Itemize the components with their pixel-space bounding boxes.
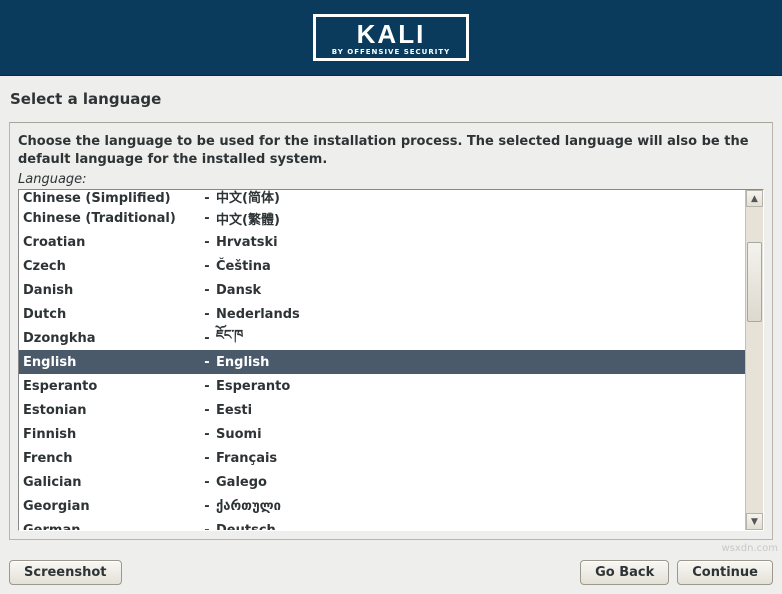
language-name: Esperanto [23,379,198,394]
language-row[interactable]: German-Deutsch [19,518,745,530]
dash-separator: - [198,403,216,418]
language-row[interactable]: English-English [19,350,745,374]
dash-separator: - [198,211,216,226]
language-name: English [23,355,198,370]
language-row[interactable]: French-Français [19,446,745,470]
language-native: Suomi [216,427,745,442]
language-native: Esperanto [216,379,745,394]
language-name: Dutch [23,307,198,322]
language-native: Deutsch [216,523,745,530]
language-name: Georgian [23,499,198,514]
language-name: Galician [23,475,198,490]
language-row[interactable]: Croatian-Hrvatski [19,230,745,254]
dash-separator: - [198,355,216,370]
language-native: ქართული [216,499,745,514]
dash-separator: - [198,451,216,466]
language-native: Hrvatski [216,235,745,250]
language-name: Croatian [23,235,198,250]
language-native: Eesti [216,403,745,418]
language-row[interactable]: Danish-Dansk [19,278,745,302]
language-list[interactable]: Chinese (Simplified)-中文(简体)Chinese (Trad… [18,189,764,531]
language-native: ཇོང་ཁ [216,320,745,357]
dash-separator: - [198,283,216,298]
language-name: Estonian [23,403,198,418]
kali-logo: KALI BY OFFENSIVE SECURITY [313,14,469,61]
dash-separator: - [198,475,216,490]
language-name: Chinese (Simplified) [23,191,198,206]
scroll-up-button[interactable]: ▲ [746,190,763,207]
main-panel: Choose the language to be used for the i… [9,122,773,540]
scroll-down-button[interactable]: ▼ [746,513,763,530]
language-native: Français [216,451,745,466]
language-name: French [23,451,198,466]
language-native: English [216,355,745,370]
instructions-text: Choose the language to be used for the i… [18,133,764,168]
language-name: Finnish [23,427,198,442]
language-row[interactable]: Finnish-Suomi [19,422,745,446]
language-row[interactable]: Chinese (Traditional)-中文(繁體) [19,206,745,230]
dash-separator: - [198,427,216,442]
dash-separator: - [198,331,216,346]
logo-title: KALI [332,21,450,47]
language-name: Czech [23,259,198,274]
dash-separator: - [198,259,216,274]
dash-separator: - [198,191,216,206]
dash-separator: - [198,235,216,250]
language-name: Dzongkha [23,331,198,346]
scrollbar[interactable]: ▲ ▼ [745,190,763,530]
language-native: Dansk [216,283,745,298]
page-title: Select a language [0,76,782,122]
language-row[interactable]: Chinese (Simplified)-中文(简体) [19,190,745,206]
language-field-label: Language: [18,172,764,187]
logo-subtitle: BY OFFENSIVE SECURITY [332,49,450,56]
language-row[interactable]: Dzongkha-ཇོང་ཁ [19,326,745,350]
dash-separator: - [198,523,216,530]
language-name: Chinese (Traditional) [23,211,198,226]
dash-separator: - [198,379,216,394]
language-native: 中文(繁體) [216,209,745,228]
language-name: German [23,523,198,530]
dash-separator: - [198,307,216,322]
language-row[interactable]: Georgian-ქართული [19,494,745,518]
continue-button[interactable]: Continue [677,560,773,585]
scroll-thumb[interactable] [747,242,762,322]
dash-separator: - [198,499,216,514]
language-name: Danish [23,283,198,298]
language-native: Galego [216,475,745,490]
language-list-body: Chinese (Simplified)-中文(简体)Chinese (Trad… [19,190,745,530]
watermark-text: wsxdn.com [721,543,778,554]
language-row[interactable]: Czech-Čeština [19,254,745,278]
footer-bar: Screenshot Go Back Continue [9,560,773,585]
language-row[interactable]: Esperanto-Esperanto [19,374,745,398]
language-native: Čeština [216,259,745,274]
language-row[interactable]: Galician-Galego [19,470,745,494]
language-row[interactable]: Estonian-Eesti [19,398,745,422]
header-banner: KALI BY OFFENSIVE SECURITY [0,0,782,76]
screenshot-button[interactable]: Screenshot [9,560,122,585]
language-native: 中文(简体) [216,190,745,206]
go-back-button[interactable]: Go Back [580,560,669,585]
